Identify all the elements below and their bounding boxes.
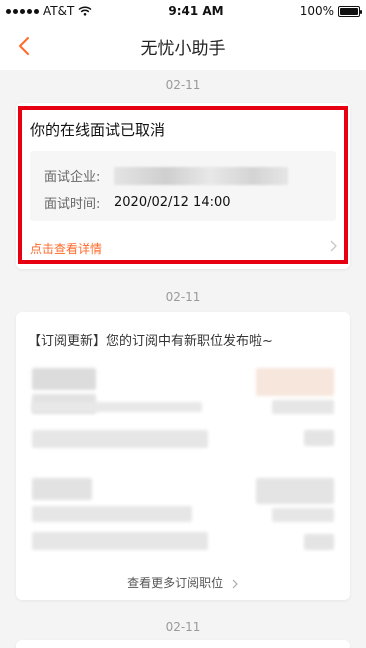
signal-icon: [6, 8, 39, 14]
job-meta-blurred: [272, 400, 334, 414]
company-row: 面试企业:: [44, 166, 288, 185]
job-title-blurred: [32, 368, 96, 390]
company-label: 面试企业:: [44, 170, 101, 185]
interview-cancel-card[interactable]: 你的在线面试已取消 面试企业: 面试时间: 2020/02/12 14:00 点…: [16, 103, 350, 269]
nav-bar: 无忧小助手: [0, 22, 366, 70]
job-meta-blurred: [32, 506, 192, 522]
clock: 9:41 AM: [168, 4, 224, 18]
job-meta-blurred: [32, 402, 202, 412]
job-meta-blurred: [272, 508, 334, 522]
interview-info-box: 面试企业: 面试时间: 2020/02/12 14:00: [30, 151, 336, 221]
status-bar: AT&T 9:41 AM 100%: [0, 0, 366, 22]
message-date: 02-11: [165, 290, 201, 304]
job-title-blurred: [32, 478, 92, 500]
battery-percent: 100%: [299, 4, 334, 18]
back-button[interactable]: [10, 32, 38, 60]
message-card[interactable]: [16, 640, 350, 648]
wifi-icon: [78, 6, 92, 16]
page-title: 无忧小助手: [140, 38, 226, 59]
carrier-label: AT&T: [43, 4, 75, 18]
subscription-card[interactable]: 【订阅更新】您的订阅中有新职位发布啦~ 查看更多订阅职位: [16, 312, 350, 600]
time-value: 2020/02/12 14:00: [114, 195, 231, 210]
message-date: 02-11: [165, 620, 201, 634]
company-value-blurred: [114, 166, 288, 185]
job-salary-blurred: [256, 478, 334, 504]
more-subscriptions-link[interactable]: 查看更多订阅职位: [16, 574, 350, 591]
card-title: 【订阅更新】您的订阅中有新职位发布啦~: [28, 334, 273, 349]
job-meta-blurred: [32, 532, 208, 550]
time-row: 面试时间: 2020/02/12 14:00: [44, 193, 231, 212]
battery-area: 100%: [299, 4, 362, 18]
job-meta-blurred: [304, 534, 334, 550]
job-meta-blurred: [32, 430, 208, 448]
chevron-left-icon: [19, 37, 29, 55]
chevron-right-icon: [232, 579, 238, 588]
view-details-link[interactable]: 点击查看详情: [30, 240, 102, 257]
more-subscriptions-label: 查看更多订阅职位: [127, 576, 224, 590]
time-label: 面试时间:: [44, 197, 101, 212]
job-salary-blurred: [256, 368, 334, 396]
job-meta-blurred: [304, 430, 334, 446]
battery-icon: [338, 5, 362, 17]
carrier-area: AT&T: [6, 4, 92, 18]
message-date: 02-11: [165, 78, 201, 92]
chevron-right-icon: [330, 240, 337, 252]
card-title: 你的在线面试已取消: [30, 121, 166, 139]
